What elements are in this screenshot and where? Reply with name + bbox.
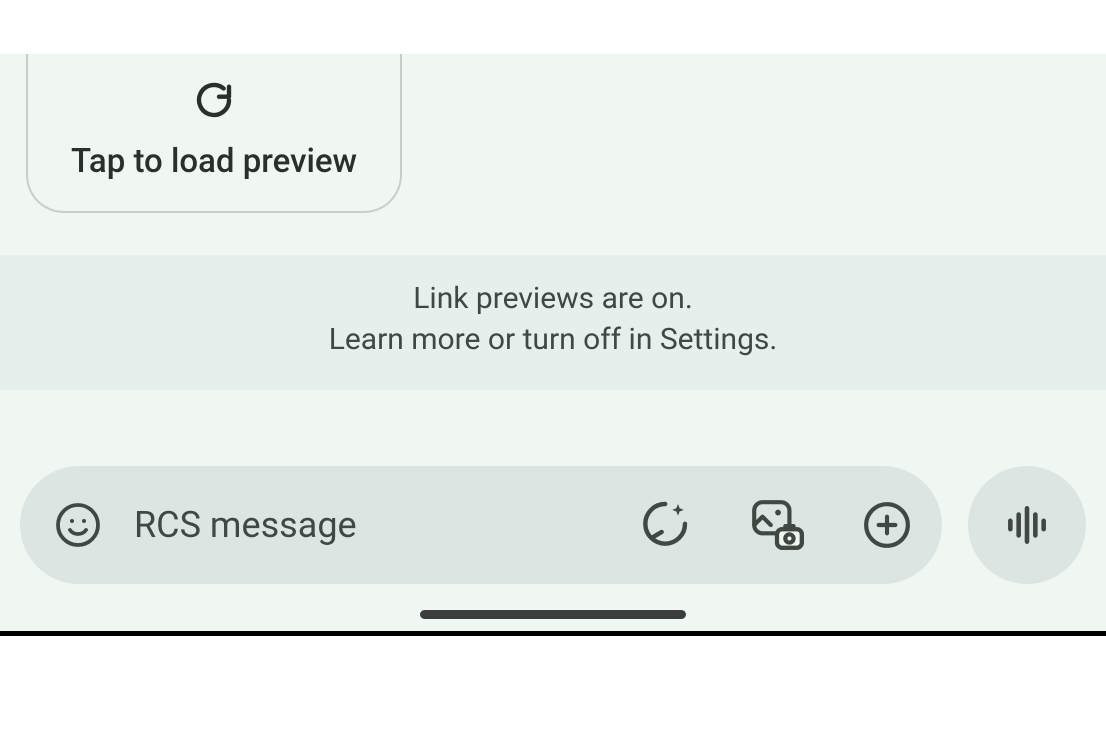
composer-actions [636,496,912,554]
emoji-icon[interactable] [54,501,102,549]
magic-compose-icon[interactable] [636,497,692,553]
link-preview-info-banner[interactable]: Link previews are on. Learn more or turn… [0,255,1106,390]
message-composer: RCS message [0,426,1106,604]
info-banner-line1: Link previews are on. [20,279,1086,320]
messages-app-frame: Tap to load preview Link previews are on… [0,0,1106,636]
message-input-placeholder: RCS message [134,504,604,546]
refresh-icon [194,80,234,120]
link-preview-card[interactable]: Tap to load preview [26,54,402,213]
info-banner-line2: Learn more or turn off in Settings. [20,320,1086,361]
android-nav-bar[interactable] [420,610,686,619]
gallery-camera-icon[interactable] [748,496,806,554]
add-icon[interactable] [862,500,912,550]
voice-message-button[interactable] [968,466,1086,584]
composer-wrap: RCS message [0,390,1106,631]
conversation-area[interactable]: Tap to load preview [0,54,1106,255]
message-input-pill[interactable]: RCS message [20,466,942,584]
top-white-strip [0,0,1106,54]
preview-card-label: Tap to load preview [71,142,357,181]
